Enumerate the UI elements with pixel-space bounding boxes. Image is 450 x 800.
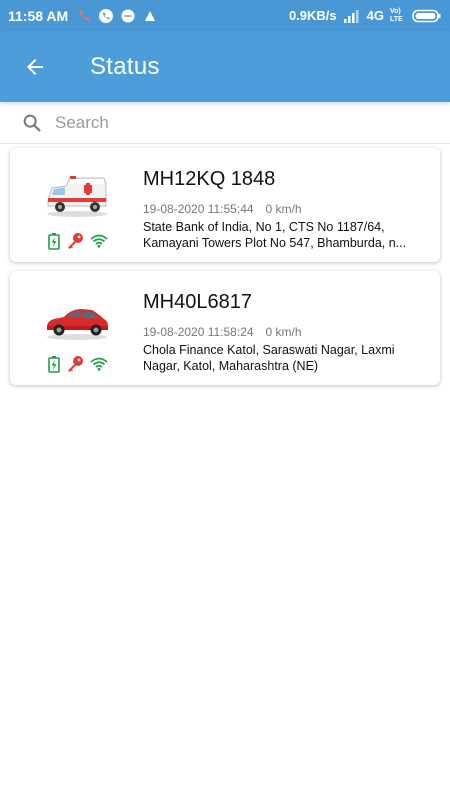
- whatsapp-icon: [99, 8, 114, 23]
- network-type: 4G: [366, 8, 384, 23]
- last-update-time: 19-08-2020 11:55:44: [143, 202, 254, 216]
- vehicle-plate: MH40L6817: [143, 291, 252, 313]
- vehicle-meta: 19-08-2020 11:58:24 0 km/h: [143, 325, 302, 339]
- search-bar: [0, 102, 450, 144]
- chat-bubble-icon: [121, 9, 135, 22]
- battery-charging-icon: [48, 233, 60, 250]
- ignition-key-icon: [68, 233, 83, 249]
- page-title: Status: [90, 52, 160, 80]
- vehicle-card[interactable]: MH12KQ 1848 19-08-2020 11:55:44 0 km/h S…: [10, 148, 440, 262]
- vehicle-plate: MH12KQ 1848: [143, 168, 276, 190]
- system-status-bar: 11:58 AM 0.9KB/s 4G Vo) LTE: [0, 0, 450, 31]
- app-notification-icon: [145, 10, 156, 21]
- vehicle-meta: 19-08-2020 11:55:44 0 km/h: [143, 202, 302, 216]
- signal-strength-icon: [343, 9, 359, 23]
- wifi-icon: [90, 357, 108, 371]
- app-bar: Status: [0, 31, 450, 102]
- status-time: 11:58 AM: [8, 7, 69, 24]
- vehicle-speed: 0 km/h: [265, 202, 302, 216]
- search-icon: [23, 114, 41, 131]
- battery-icon: [412, 9, 441, 22]
- network-speed: 0.9KB/s: [288, 8, 337, 23]
- missed-call-icon: [79, 9, 91, 21]
- volte-badge: Vo) LTE: [390, 7, 403, 23]
- vehicle-address: Chola Finance Katol, Saraswati Nagar, La…: [143, 343, 395, 373]
- car-icon: [47, 309, 108, 340]
- arrow-left-icon: [27, 58, 43, 75]
- vehicle-card[interactable]: MH40L6817 19-08-2020 11:58:24 0 km/h Cho…: [10, 271, 440, 385]
- last-update-time: 19-08-2020 11:58:24: [143, 325, 254, 339]
- battery-charging-icon: [48, 356, 60, 373]
- ignition-key-icon: [68, 356, 83, 372]
- back-button[interactable]: [0, 31, 70, 102]
- wifi-icon: [90, 234, 108, 248]
- ambulance-icon: [47, 176, 107, 217]
- vehicle-address: State Bank of India, No 1, CTS No 1187/6…: [143, 220, 407, 250]
- vehicle-status-indicators: [48, 232, 108, 250]
- vehicle-speed: 0 km/h: [265, 325, 302, 339]
- vehicle-status-indicators: [48, 355, 108, 373]
- search-input[interactable]: [55, 112, 415, 133]
